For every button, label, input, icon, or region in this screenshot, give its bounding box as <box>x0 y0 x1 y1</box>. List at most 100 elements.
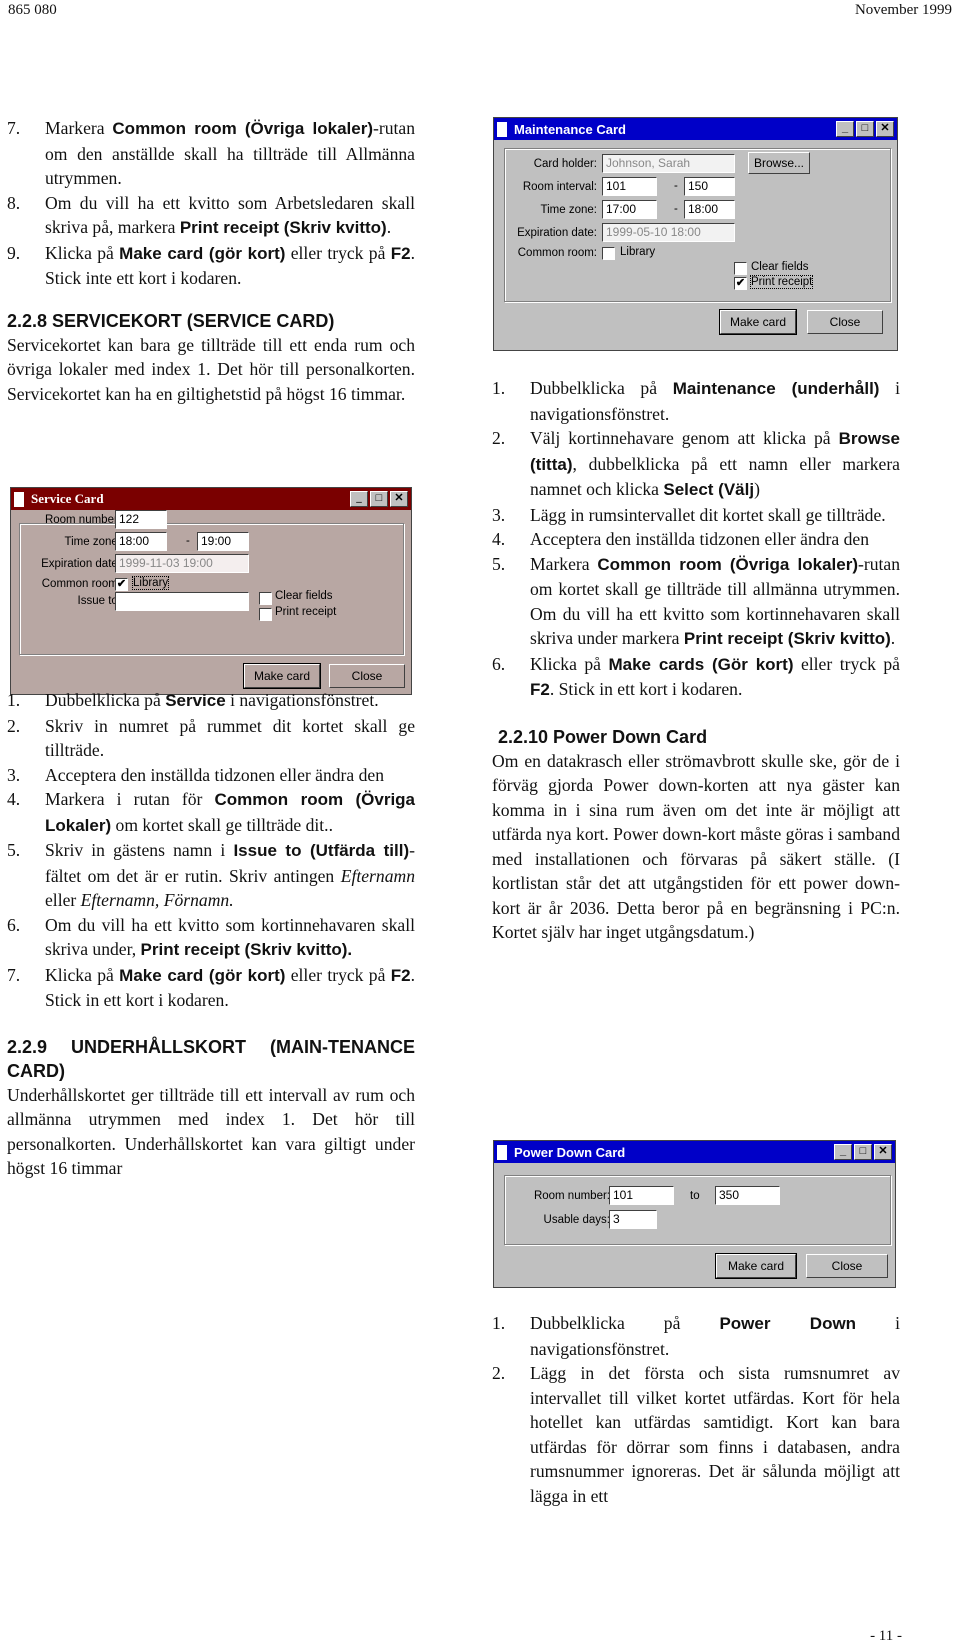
system-menu-icon[interactable] <box>497 121 504 137</box>
maximize-button[interactable]: □ <box>856 121 874 137</box>
expiration-label: Expiration date: <box>517 227 597 239</box>
room-from-input[interactable]: 101 <box>602 177 657 196</box>
make-card-button[interactable]: Make card <box>715 1253 797 1279</box>
text-run: Klicka på <box>45 242 120 263</box>
list-item: 1. Dubbelklicka på Maintenance (underhåll… <box>492 376 900 426</box>
room-from-input[interactable]: 101 <box>609 1186 674 1205</box>
emphasized-text: Print receipt (Skriv kvitto). <box>140 940 353 959</box>
page-header-left: 865 080 <box>8 2 57 18</box>
title-bar[interactable]: Service Card _ □ ✕ <box>11 488 411 510</box>
usable-days-label: Usable days: <box>543 1214 610 1226</box>
power-down-card-dialog: Power Down Card _ □ ✕ Room number: 101 t… <box>493 1140 896 1288</box>
library-checkbox[interactable] <box>602 247 615 260</box>
text-run: Dubbelklicka på <box>45 690 166 710</box>
emphasized-text: Issue to (Utfärda till) <box>233 841 410 860</box>
emphasized-text: Make card (gör kort) <box>119 965 286 985</box>
list-item: 5. Skriv in gästens namn i Issue to (Utfä… <box>7 838 415 913</box>
page-header-right: November 1999 <box>854 2 952 18</box>
maximize-button[interactable]: □ <box>370 491 388 507</box>
time-zone-label: Time zone: <box>64 536 121 548</box>
text-run: eller tryck på <box>285 242 391 263</box>
title-bar[interactable]: Maintenance Card _ □ ✕ <box>494 118 897 140</box>
text-run: Acceptera den inställda tidzonen eller ä… <box>45 764 385 785</box>
close-button[interactable]: Close <box>807 310 883 334</box>
maximize-button[interactable]: □ <box>854 1144 872 1160</box>
time-from-input[interactable]: 17:00 <box>602 200 657 219</box>
clear-fields-label: Clear fields <box>275 590 333 602</box>
browse-button[interactable]: Browse... <box>748 152 810 174</box>
text-run: Lägg in rumsintervallet dit kortet skall… <box>530 504 886 525</box>
room-to-input[interactable]: 150 <box>684 177 735 196</box>
list-item: 2. Skriv in numret på rummet dit kortet s… <box>7 714 415 763</box>
list-item: 5. Markera Common room (Övriga lokaler)-r… <box>492 552 900 652</box>
expiration-input: 1999-11-03 19:00 <box>115 554 249 573</box>
text-run: Efternamn, Förnamn. <box>80 890 234 910</box>
emphasized-text: Service <box>165 691 226 710</box>
minimize-button[interactable]: _ <box>836 121 854 137</box>
time-dash: - <box>186 535 190 547</box>
text-run: ) <box>754 479 760 499</box>
left-column: 7. Markera Common room (Övriga lokaler)-r… <box>7 116 415 406</box>
clear-fields-checkbox[interactable] <box>734 262 747 275</box>
print-receipt-checkbox[interactable] <box>259 608 272 621</box>
page-number: - 11 - <box>870 1628 902 1644</box>
card-holder-label: Card holder: <box>533 158 597 170</box>
system-menu-icon[interactable] <box>497 1144 504 1160</box>
close-button[interactable]: Close <box>806 1254 888 1278</box>
list-item: 3. Acceptera den inställda tidzonen eller… <box>7 763 415 788</box>
text-run: . <box>386 217 392 237</box>
list-number: 6. <box>7 914 21 935</box>
time-from-input[interactable]: 18:00 <box>115 532 167 551</box>
room-number-input[interactable]: 122 <box>115 510 167 529</box>
section-heading-power-down: 2.2.10 Power Down Card <box>498 726 708 747</box>
list-number: 2. <box>492 1363 506 1383</box>
text-run: Markera <box>45 118 113 138</box>
text-run: Lägg in det första och sista rumsnumret … <box>530 1363 900 1506</box>
text-run: Välj kortinnehavare genom att klicka på <box>530 428 839 448</box>
room-number-label: Room number: <box>44 514 121 526</box>
room-to-input[interactable]: 350 <box>715 1186 780 1205</box>
right-column: 1. Dubbelklicka på Maintenance (underhåll… <box>492 376 900 945</box>
steps-top-list: 7. Markera Common room (Övriga lokaler)-r… <box>7 116 415 291</box>
text-run: Markera <box>530 553 598 574</box>
common-room-label: Common room: <box>41 578 121 590</box>
section-body-service: Servicekortet kan bara ge tillträde till… <box>7 334 415 404</box>
print-receipt-checkbox[interactable]: ✔ <box>734 277 747 290</box>
text-run: Efternamn <box>340 865 415 886</box>
text-run: Klicka på <box>45 964 120 985</box>
minimize-button[interactable]: _ <box>834 1144 852 1160</box>
make-card-button[interactable]: Make card <box>243 663 321 689</box>
make-card-button[interactable]: Make card <box>719 309 797 335</box>
room-dash: - <box>674 180 678 192</box>
usable-days-input[interactable]: 3 <box>609 1210 657 1229</box>
section-heading-maintenance: 2.2.9 UNDERHÅLLSKORT (MAIN-TENANCE CARD) <box>7 1036 415 1081</box>
text-run: Markera i rutan för <box>45 789 215 809</box>
close-window-button[interactable]: ✕ <box>876 121 894 137</box>
list-item: 4. Acceptera den inställda tidzonen eller… <box>492 527 900 552</box>
list-number: 1. <box>492 1313 506 1333</box>
steps-power-down-list: 1. Dubbelklicka på Power Down i navigatio… <box>492 1311 900 1508</box>
time-to-input[interactable]: 19:00 <box>197 532 249 551</box>
close-button[interactable]: Close <box>329 664 405 688</box>
library-checkbox[interactable]: ✔ <box>115 578 128 591</box>
list-item: 7. Klicka på Make card (gör kort) eller t… <box>7 963 415 1013</box>
title-bar[interactable]: Power Down Card _ □ ✕ <box>494 1141 895 1163</box>
fields-panel <box>504 1175 891 1245</box>
list-item: 2. Välj kortinnehavare genom att klicka p… <box>492 426 900 503</box>
maintenance-card-dialog: Maintenance Card _ □ ✕ Card holder: John… <box>493 117 898 351</box>
text-run: Skriv in numret på rummet dit kortet ska… <box>45 715 415 761</box>
close-window-button[interactable]: ✕ <box>874 1144 892 1160</box>
minimize-button[interactable]: _ <box>350 491 368 507</box>
clear-fields-checkbox[interactable] <box>259 592 272 605</box>
emphasized-text: Maintenance (underhåll) <box>672 379 880 398</box>
dialog-title: Service Card <box>31 491 104 506</box>
list-number: 1. <box>492 378 506 398</box>
time-to-input[interactable]: 18:00 <box>684 200 735 219</box>
left-column-lower: 1. Dubbelklicka på Service i navigationsf… <box>7 688 415 1181</box>
text-run: Dubbelklicka på <box>530 378 673 398</box>
issue-to-input[interactable] <box>115 592 249 611</box>
section-body-maintenance: Underhållskortet ger tillträde till ett … <box>7 1084 415 1179</box>
system-menu-icon[interactable] <box>14 491 21 507</box>
service-card-dialog: Service Card _ □ ✕ Room number: 122 Time… <box>10 487 412 695</box>
close-window-button[interactable]: ✕ <box>390 491 408 507</box>
